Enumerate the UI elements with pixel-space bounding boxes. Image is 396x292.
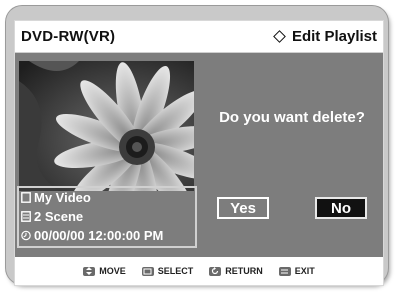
menu-key-icon [278, 266, 291, 276]
disc-type-title: DVD-RW(VR) [21, 28, 116, 45]
updown-key-icon [83, 266, 96, 276]
scene-thumbnail [19, 61, 194, 191]
info-date-row: 00/00/00 12:00:00 PM [19, 226, 195, 245]
info-datetime: 00/00/00 12:00:00 PM [34, 228, 164, 243]
hint-select: SELECT [141, 266, 194, 276]
hint-move: MOVE [83, 266, 126, 276]
info-title: My Video [34, 190, 91, 205]
document-icon [21, 192, 31, 203]
control-hint-bar: MOVE SELECT RETURN EXIT [15, 257, 383, 285]
title-info-panel: My Video 2 Scene 00/00/00 12:00:00 PM [17, 186, 197, 248]
hint-return-label: RETURN [225, 266, 263, 276]
delete-confirm-question: Do you want delete? [219, 109, 365, 126]
clock-icon [21, 230, 31, 241]
menu-title: Edit Playlist [291, 28, 377, 45]
info-title-row: My Video [19, 188, 195, 207]
scene-list-icon [21, 211, 31, 222]
no-button[interactable]: No [315, 197, 367, 219]
yes-button[interactable]: Yes [217, 197, 269, 219]
hint-exit: EXIT [278, 266, 315, 276]
enter-key-icon [141, 266, 154, 276]
info-scene-count: 2 Scene [34, 209, 84, 224]
menu-title-group: Edit Playlist [273, 28, 377, 45]
hint-select-label: SELECT [157, 266, 194, 276]
hint-return: RETURN [209, 266, 263, 276]
osd-screen: DVD-RW(VR) Edit Playlist My Video 2 Scen… [14, 20, 384, 286]
title-bar: DVD-RW(VR) Edit Playlist [15, 21, 383, 53]
flower-thumbnail-image [19, 61, 194, 191]
return-key-icon [209, 266, 222, 276]
hint-exit-label: EXIT [294, 266, 315, 276]
diamond-icon [273, 30, 286, 43]
info-scene-row: 2 Scene [19, 207, 195, 226]
hint-move-label: MOVE [99, 266, 126, 276]
